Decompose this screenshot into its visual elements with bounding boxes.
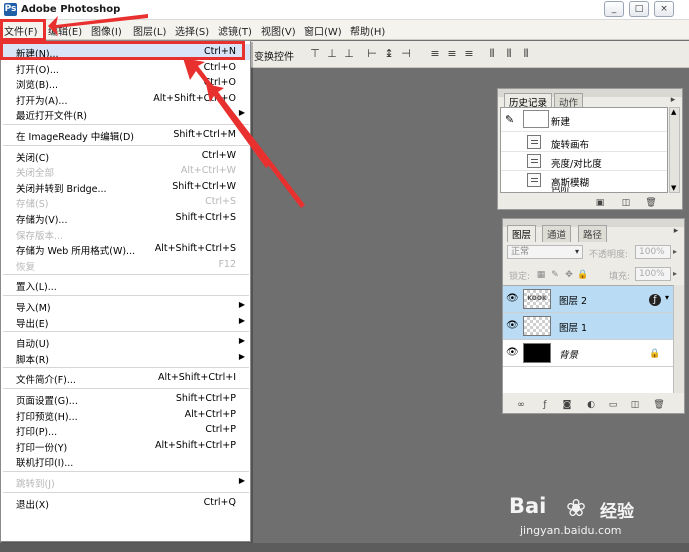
baidu-paw-icon: ❀ (566, 494, 587, 522)
watermark-url: jingyan.baidu.com (520, 524, 622, 537)
jingyan-logo-text: 经验 (600, 502, 634, 522)
arrow-to-file-menu (48, 14, 148, 36)
bottom-bar (0, 543, 689, 552)
annotation-arrows (48, 14, 305, 208)
arrow-to-new-item-2 (206, 84, 270, 168)
baidu-logo-text: Bai (509, 494, 547, 518)
